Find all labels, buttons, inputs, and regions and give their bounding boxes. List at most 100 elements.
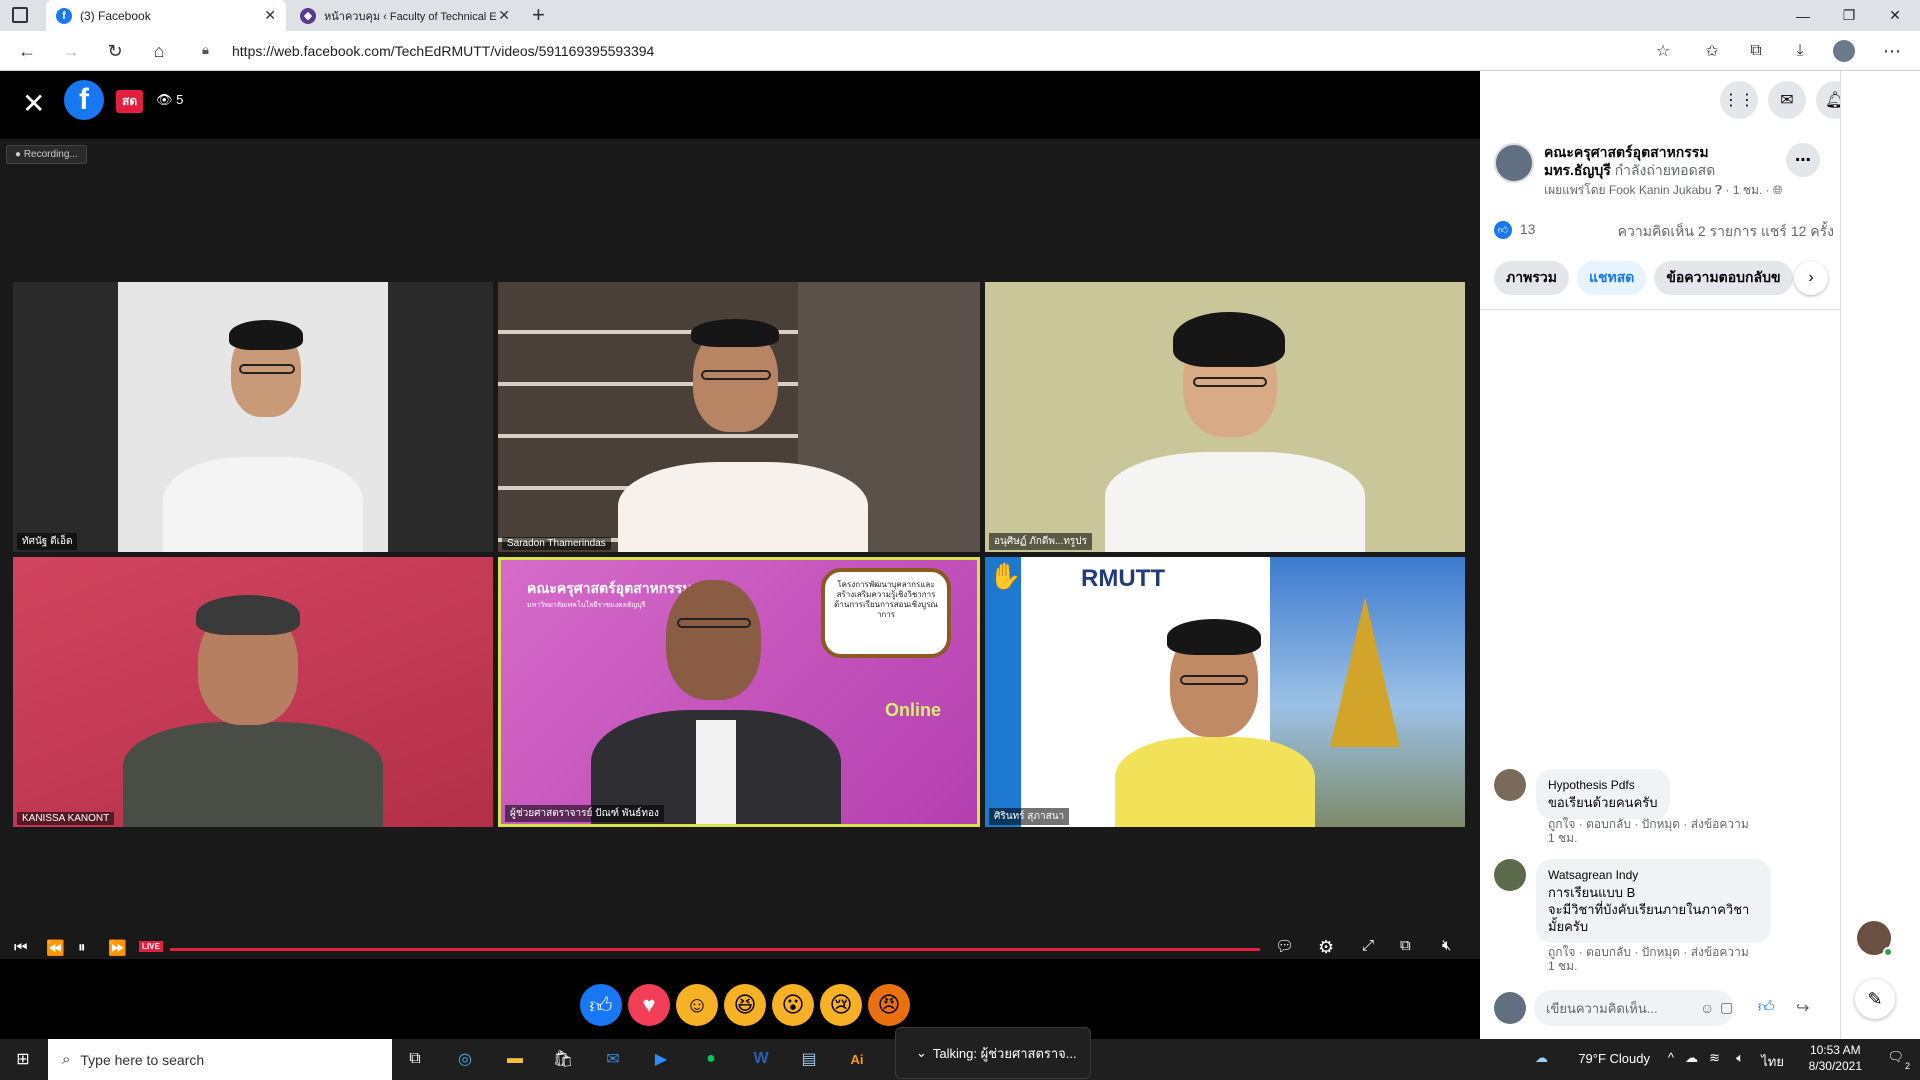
edge-icon[interactable]: ◎ [450,1045,480,1073]
comment-actions[interactable]: ถูกใจ · ตอบกลับ · ปักหมุด · ส่งข้อความ 1… [1548,945,1749,973]
zoom-talking-indicator[interactable]: ⌄ Talking: ผู้ช่วยศาสตราจ... [895,1027,1091,1079]
favorites-icon[interactable]: ✩ [1697,37,1727,65]
clock[interactable]: 10:53 AM 8/30/2021 [1809,1042,1862,1074]
post-stats: 👍︎ 13 ความคิดเห็น 2 รายการ แชร์ 12 ครั้ง [1494,221,1834,240]
slide-bubble: โครงการพัฒนาบุคลากรและสร้างเสริมความรู้เ… [821,568,951,658]
comment-text-line: การเรียนแบบ B [1548,885,1636,900]
forward-button[interactable]: → [56,37,86,65]
language-indicator[interactable]: ไทย [1761,1051,1784,1072]
messenger-icon[interactable]: ✉ [1768,81,1806,119]
comment-text: ขอเรียนด้วยคนครับ [1548,795,1658,810]
comments-shares-count[interactable]: ความคิดเห็น 2 รายการ แชร์ 12 ครั้ง [1618,221,1834,243]
illustrator-icon[interactable]: Ai [842,1045,872,1073]
participant-tile-2: Saradon Thamerindas [498,282,980,552]
reload-button[interactable]: ↻ [100,37,130,65]
onedrive-icon[interactable]: ☁ [1685,1050,1698,1066]
participant-name: อนุศิษฏ์ ภักดีพ...ทรูปร [989,533,1093,550]
chevron-right-icon[interactable]: › [1794,261,1828,295]
pause-icon[interactable]: ⏸ [78,939,86,956]
profile-avatar[interactable] [1829,37,1859,65]
picture-in-picture-icon[interactable]: ⧉ [1400,937,1411,954]
comment-actions[interactable]: ถูกใจ · ตอบกลับ · ปักหมุด · ส่งข้อความ 1… [1548,817,1749,845]
participant-glasses [239,364,295,374]
tab-replies[interactable]: ข้อความตอบกลับข [1654,261,1793,295]
commenter-avatar[interactable] [1494,859,1526,891]
weather-text[interactable]: 79°F Cloudy [1578,1051,1650,1066]
windows-start-icon[interactable]: ⊞ [8,1045,38,1073]
minimize-button[interactable]: — [1780,0,1826,31]
wow-reaction-icon[interactable]: 😮︎ [772,984,814,1026]
comment-author[interactable]: Hypothesis Pdfs [1548,777,1658,794]
downloads-icon[interactable]: ⤓ [1785,37,1815,65]
settings-gear-icon[interactable]: ⚙ [1318,937,1334,958]
zoom-icon[interactable]: ▶ [646,1045,676,1073]
mail-icon[interactable]: ✉ [598,1045,628,1073]
participant-body [1105,452,1365,552]
sticker-icon[interactable]: ▢ [1720,999,1733,1016]
info-icon: ❓︎ · [1714,183,1733,197]
tab-overview[interactable]: ภาพรวม [1494,261,1569,295]
facebook-logo-icon[interactable]: f [64,80,104,120]
tray-chevron-icon[interactable]: ^ [1668,1050,1674,1065]
weather-icon: ☁ [1535,1050,1548,1065]
rewind-icon[interactable]: ⏪ [46,939,65,957]
menu-grid-icon[interactable]: ⋮⋮ [1720,81,1758,119]
task-view-icon[interactable]: ⧉ [400,1045,430,1073]
like-button-icon[interactable]: 👍︎ [1758,998,1775,1017]
participant-tile-1: ทัศนัฐ ดีเอ็ด [13,282,493,552]
notepad-icon[interactable]: ▤ [794,1045,824,1073]
store-icon[interactable]: 🛍︎ [548,1045,578,1073]
wifi-icon[interactable]: ≋ [1709,1050,1720,1066]
tab-facebook[interactable]: f (3) Facebook ✕ [46,0,286,31]
tab-live-chat[interactable]: แชทสด [1576,261,1647,295]
progress-bar[interactable] [170,948,1260,951]
comment-text-line: จะมีวิชาที่บังคับเรียนภายในภาควิชา [1548,902,1750,917]
new-tab-button[interactable]: + [532,2,545,28]
participant-tile-6: ✋ RMUTT ศิรินทร์ สุภาสนา [985,557,1465,827]
composer-avatar[interactable] [1494,992,1526,1024]
tab-faculty[interactable]: ◆ หน้าควบคุม ‹ Faculty of Technical E ✕ [290,0,520,31]
close-window-button[interactable]: ✕ [1872,0,1918,31]
sad-reaction-icon[interactable]: 😢︎ [820,984,862,1026]
skip-back-icon[interactable]: ⏮ [14,939,28,956]
share-icon[interactable]: ↪ [1796,998,1809,1018]
post-more-options-icon[interactable]: ⋯ [1786,143,1820,177]
rmutt-logo: RMUTT [1081,565,1165,592]
taskbar-search[interactable]: ⌕ Type here to search [48,1039,392,1080]
fullscreen-icon[interactable]: ⤢ [1362,937,1374,954]
mute-icon[interactable]: 🔇︎ [1442,937,1451,954]
comment-author[interactable]: Watsagrean Indy [1548,867,1759,884]
comment-composer: เขียนความคิดเห็น... ☺ ▢ 👍︎ ↪ [1494,986,1840,1030]
tab-actions-icon[interactable] [12,7,28,23]
emoji-icon[interactable]: ☺ [1700,1000,1714,1016]
close-tab-icon[interactable]: ✕ [498,7,510,24]
close-video-icon[interactable]: ✕ [22,87,45,120]
word-icon[interactable]: W [746,1045,776,1073]
care-reaction-icon[interactable]: ☺ [676,984,718,1026]
love-reaction-icon[interactable]: ♥ [628,984,670,1026]
post-time[interactable]: 1 ชม. [1733,183,1762,197]
commenter-avatar[interactable] [1494,769,1526,801]
like-reaction-icon[interactable]: 👍︎ [580,984,622,1026]
address-bar[interactable]: 🔒︎ https://web.facebook.com/TechEdRMUTT/… [190,36,1670,66]
like-count[interactable]: 13 [1520,221,1536,237]
page-avatar[interactable] [1494,143,1534,183]
collections-icon[interactable]: ⧉ [1741,37,1771,65]
action-center-icon[interactable]: 🗨︎ [1887,1049,1904,1065]
maximize-button[interactable]: ❐ [1826,0,1872,31]
back-button[interactable]: ← [12,37,42,65]
angry-reaction-icon[interactable]: 😠︎ [868,984,910,1026]
favorite-add-icon[interactable]: ☆ [1648,37,1678,65]
haha-reaction-icon[interactable]: 😆︎ [724,984,766,1026]
eye-icon: 👁︎ [156,92,177,107]
chat-toggle-icon[interactable]: 💬︎ [1275,937,1294,955]
new-message-icon[interactable]: ✎ [1855,979,1895,1019]
home-button[interactable]: ⌂ [144,37,174,65]
file-explorer-icon[interactable]: ▬ [500,1045,530,1073]
settings-menu-icon[interactable]: ⋯ [1877,37,1907,65]
volume-icon[interactable]: 🔈︎ [1736,1050,1744,1066]
participant-body [123,722,383,827]
line-icon[interactable]: ● [696,1045,726,1073]
close-tab-icon[interactable]: ✕ [264,7,276,24]
forward-icon[interactable]: ⏩ [108,939,127,957]
